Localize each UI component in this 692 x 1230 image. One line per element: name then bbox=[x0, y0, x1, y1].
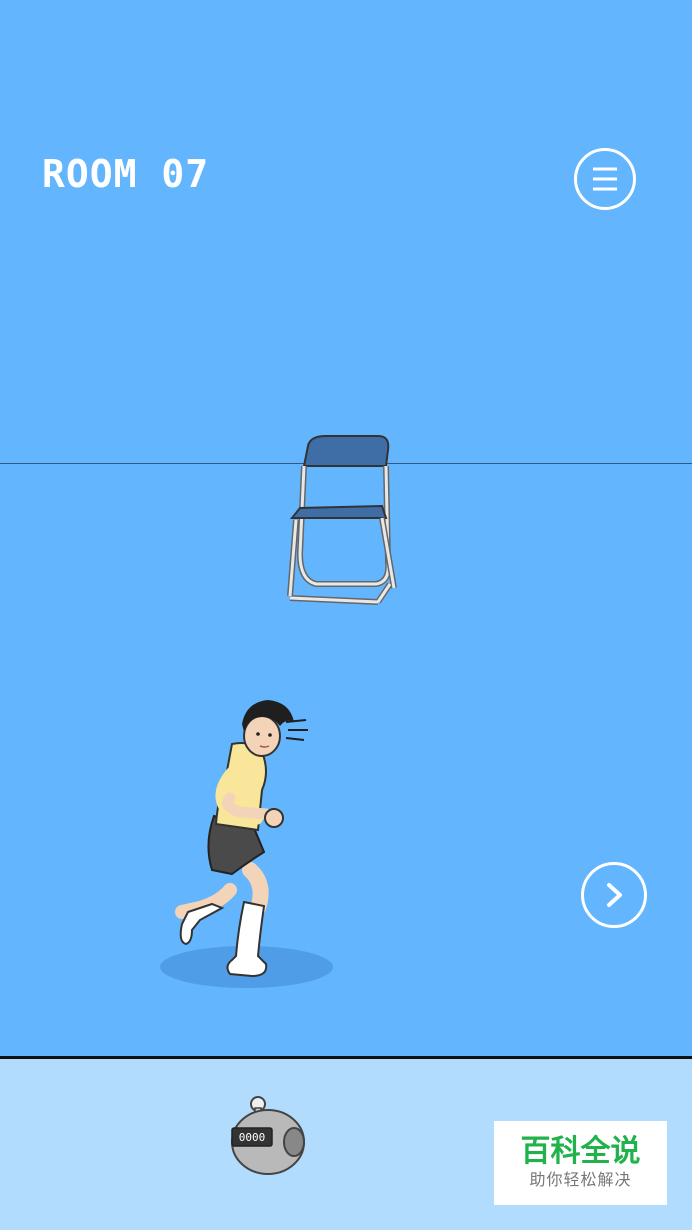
watermark-title: 百科全说 bbox=[520, 1134, 641, 1169]
watermark: 百科全说 助你轻松解决 bbox=[494, 1121, 667, 1205]
counter-display: 0000 bbox=[239, 1131, 266, 1144]
menu-button[interactable] bbox=[574, 148, 636, 210]
chevron-right-icon bbox=[607, 883, 622, 907]
menu-icon bbox=[593, 167, 617, 191]
running-girl[interactable] bbox=[170, 694, 310, 984]
next-button[interactable] bbox=[581, 862, 647, 928]
tally-counter-item[interactable]: 0000 bbox=[228, 1094, 308, 1180]
room-title: ROOM 07 bbox=[42, 152, 210, 196]
watermark-subtitle: 助你轻松解决 bbox=[529, 1170, 632, 1189]
game-scene: ROOM 07 bbox=[0, 0, 692, 1056]
folding-chair[interactable] bbox=[286, 434, 398, 606]
tally-counter-icon: 0000 bbox=[231, 1096, 305, 1175]
